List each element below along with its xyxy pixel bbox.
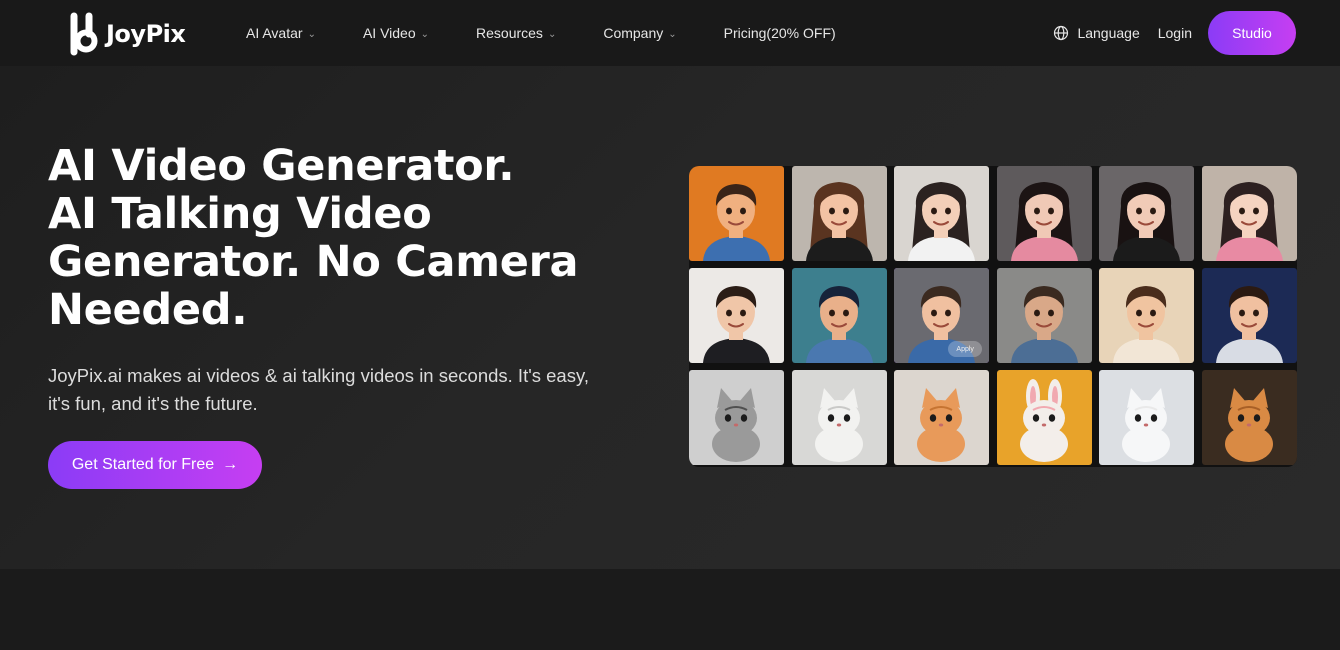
avatar-image	[791, 166, 887, 261]
get-started-label: Get Started for Free	[71, 456, 215, 473]
hero-title-line: AI Video Generator.	[48, 141, 515, 191]
avatar-image	[1201, 166, 1297, 261]
avatar-tile-astronaut[interactable]	[1201, 268, 1297, 363]
language-selector[interactable]: Language	[1053, 25, 1140, 41]
nav-item-label: Pricing(20% OFF)	[723, 25, 836, 41]
nav-right: Language Login Studio	[1053, 11, 1296, 55]
avatar-tile-cat-cartoon-white[interactable]	[1099, 370, 1195, 465]
avatar-tile-cartoon-girl[interactable]	[791, 166, 887, 261]
avatar-image	[1099, 370, 1195, 465]
get-started-button[interactable]: Get Started for Free →	[48, 441, 262, 489]
nav-item-label: Company	[603, 25, 664, 41]
avatar-image	[996, 370, 1092, 465]
nav-item-pricing[interactable]: Pricing(20% OFF)	[724, 25, 836, 41]
apply-button[interactable]: Apply	[948, 341, 983, 357]
avatar-tile-man-teal[interactable]	[791, 268, 887, 363]
hero-title-line: Needed.	[48, 285, 248, 335]
hero-title: AI Video Generator. AI Talking Video Gen…	[48, 142, 648, 334]
nav-item-company[interactable]: Company ⌄	[603, 25, 676, 41]
avatar-image	[894, 166, 990, 261]
avatar-tile-cat-white[interactable]	[791, 370, 887, 465]
avatar-tile-kitten-orange[interactable]	[894, 370, 990, 465]
logo-text: JoyPix	[106, 20, 186, 48]
avatar-tile-woman-blazer[interactable]	[894, 166, 990, 261]
chevron-down-icon: ⌄	[307, 28, 316, 40]
chevron-down-icon: ⌄	[420, 28, 430, 40]
avatar-tile-boy-leaves[interactable]	[1099, 268, 1195, 363]
avatar-image	[996, 166, 1092, 261]
top-navbar: JoyPix AI Avatar ⌄ AI Video ⌄ Resources …	[0, 0, 1340, 66]
avatar-image	[689, 166, 784, 261]
avatar-grid: Apply	[689, 166, 1297, 467]
avatar-tile-man-beard[interactable]	[996, 268, 1092, 363]
avatar-image	[1201, 370, 1297, 465]
avatar-image	[894, 370, 990, 465]
nav-item-resources[interactable]: Resources ⌄	[476, 25, 556, 41]
language-label: Language	[1077, 25, 1140, 41]
nav-menu: AI Avatar ⌄ AI Video ⌄ Resources ⌄ Compa…	[246, 0, 883, 66]
avatar-tile-woman-dark[interactable]	[996, 166, 1092, 261]
chevron-down-icon: ⌄	[668, 28, 677, 40]
avatar-tile-man-suit[interactable]	[689, 268, 784, 363]
avatar-image	[689, 370, 784, 465]
nav-item-label: Resources	[476, 25, 543, 41]
joypix-logo-icon	[70, 12, 98, 56]
globe-icon	[1054, 25, 1069, 41]
hero-title-line: AI Talking Video	[48, 189, 432, 239]
nav-item-label: AI Video	[362, 25, 416, 41]
hero-subtitle: JoyPix.ai makes ai videos & ai talking v…	[48, 362, 648, 418]
logo[interactable]: JoyPix	[70, 12, 186, 56]
hero-subtitle-line: it's fun, and it's the future.	[48, 393, 258, 414]
avatar-tile-kitten-gray[interactable]	[689, 370, 784, 465]
avatar-image	[996, 268, 1092, 363]
studio-button[interactable]: Studio	[1208, 11, 1296, 55]
avatar-tile-woman-dark-2[interactable]	[1099, 166, 1195, 261]
avatar-image	[1099, 166, 1195, 261]
avatar-image	[1099, 268, 1195, 363]
avatar-image	[791, 370, 887, 465]
nav-item-label: AI Avatar	[246, 25, 303, 41]
avatar-tile-bunny[interactable]	[996, 370, 1092, 465]
login-link[interactable]: Login	[1158, 25, 1192, 41]
chevron-down-icon: ⌄	[547, 28, 557, 40]
avatar-image	[1201, 268, 1297, 363]
hero-subtitle-line: JoyPix.ai makes ai videos & ai talking v…	[48, 365, 589, 386]
avatar-image	[791, 268, 887, 363]
nav-item-ai-video[interactable]: AI Video ⌄	[363, 25, 429, 41]
nav-item-ai-avatar[interactable]: AI Avatar ⌄	[246, 25, 316, 41]
arrow-right-icon: →	[222, 456, 239, 473]
avatar-tile-cartoon-boy[interactable]	[689, 166, 784, 261]
avatar-tile-woman-light[interactable]	[1201, 166, 1297, 261]
avatar-tile-cat-orange-dark[interactable]	[1201, 370, 1297, 465]
avatar-image	[689, 268, 784, 363]
avatar-tile-boy-selected[interactable]: Apply	[894, 268, 990, 363]
lower-section	[0, 569, 1340, 650]
hero-title-line: Generator. No Camera	[48, 237, 579, 287]
